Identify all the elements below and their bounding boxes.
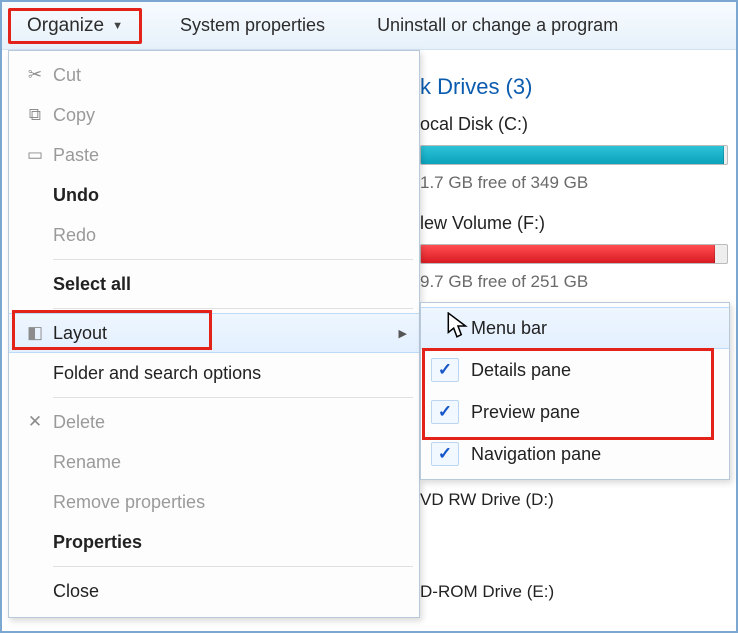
toolbar: Organize ▼ System properties Uninstall o…: [2, 2, 736, 50]
submenu-item-label: Details pane: [471, 360, 571, 381]
paste-icon: ▭: [17, 145, 53, 165]
menu-item-properties[interactable]: Properties: [9, 522, 419, 562]
drive-usage-fill: [421, 245, 715, 263]
menu-item-label: Remove properties: [53, 492, 407, 513]
drive-name: ocal Disk (C:): [420, 114, 728, 135]
drive-usage-bar: [420, 145, 728, 165]
system-properties-button[interactable]: System properties: [166, 9, 339, 42]
submenu-item-details-pane[interactable]: ✓ Details pane: [421, 349, 729, 391]
menu-item-redo: Redo: [9, 215, 419, 255]
menu-item-label: Close: [53, 581, 407, 602]
menu-item-close[interactable]: Close: [9, 571, 419, 611]
submenu-item-menu-bar[interactable]: Menu bar: [421, 307, 729, 349]
menu-item-label: Select all: [53, 274, 407, 295]
layout-submenu: Menu bar ✓ Details pane ✓ Preview pane ✓ Navig…: [420, 302, 730, 480]
menu-item-copy: ⧉Copy: [9, 95, 419, 135]
check-icon: [431, 316, 459, 340]
organize-button[interactable]: Organize ▼: [8, 8, 142, 44]
menu-separator: [53, 259, 413, 260]
explorer-window: Organize ▼ System properties Uninstall o…: [0, 0, 738, 633]
drive-free-text: 9.7 GB free of 251 GB: [420, 272, 728, 292]
menu-item-label: Undo: [53, 185, 407, 206]
drives-section-header: k Drives (3): [420, 74, 728, 100]
menu-separator: [53, 397, 413, 398]
drive-name[interactable]: VD RW Drive (D:): [420, 490, 554, 510]
submenu-item-preview-pane[interactable]: ✓ Preview pane: [421, 391, 729, 433]
drive-name: lew Volume (F:): [420, 213, 728, 234]
drive-usage-fill: [421, 146, 724, 164]
organize-menu: ✂Cut⧉Copy▭PasteUndoRedoSelect all◧Layout…: [8, 50, 420, 618]
menu-item-label: Paste: [53, 145, 407, 166]
menu-item-undo[interactable]: Undo: [9, 175, 419, 215]
chevron-down-icon: ▼: [112, 20, 123, 32]
uninstall-program-button[interactable]: Uninstall or change a program: [363, 9, 632, 42]
menu-item-label: Redo: [53, 225, 407, 246]
organize-label: Organize: [27, 15, 104, 37]
menu-item-remove-properties: Remove properties: [9, 482, 419, 522]
drive-item[interactable]: lew Volume (F:) 9.7 GB free of 251 GB: [420, 213, 728, 292]
copy-icon: ⧉: [17, 105, 53, 125]
submenu-item-label: Menu bar: [471, 318, 547, 339]
menu-item-cut: ✂Cut: [9, 55, 419, 95]
check-icon: ✓: [431, 442, 459, 466]
submenu-item-navigation-pane[interactable]: ✓ Navigation pane: [421, 433, 729, 475]
check-icon: ✓: [431, 358, 459, 382]
drive-name[interactable]: D-ROM Drive (E:): [420, 582, 554, 602]
menu-item-delete: ✕Delete: [9, 402, 419, 442]
menu-item-label: Delete: [53, 412, 407, 433]
cut-icon: ✂: [17, 65, 53, 85]
menu-item-label: Layout: [53, 323, 391, 344]
menu-item-layout[interactable]: ◧Layout: [9, 313, 419, 353]
menu-item-paste: ▭Paste: [9, 135, 419, 175]
menu-item-select-all[interactable]: Select all: [9, 264, 419, 304]
submenu-item-label: Navigation pane: [471, 444, 601, 465]
layout-icon: ◧: [17, 323, 53, 343]
menu-item-label: Cut: [53, 65, 407, 86]
menu-item-label: Rename: [53, 452, 407, 473]
menu-item-rename: Rename: [9, 442, 419, 482]
drive-usage-bar: [420, 244, 728, 264]
menu-item-label: Folder and search options: [53, 363, 407, 384]
drive-item[interactable]: ocal Disk (C:) 1.7 GB free of 349 GB: [420, 114, 728, 193]
delete-icon: ✕: [17, 412, 53, 432]
menu-item-label: Properties: [53, 532, 407, 553]
drives-panel: k Drives (3) ocal Disk (C:) 1.7 GB free …: [420, 62, 728, 312]
drive-free-text: 1.7 GB free of 349 GB: [420, 173, 728, 193]
menu-item-label: Copy: [53, 105, 407, 126]
check-icon: ✓: [431, 400, 459, 424]
menu-item-folder-and-search-options[interactable]: Folder and search options: [9, 353, 419, 393]
submenu-item-label: Preview pane: [471, 402, 580, 423]
menu-separator: [53, 308, 413, 309]
menu-separator: [53, 566, 413, 567]
